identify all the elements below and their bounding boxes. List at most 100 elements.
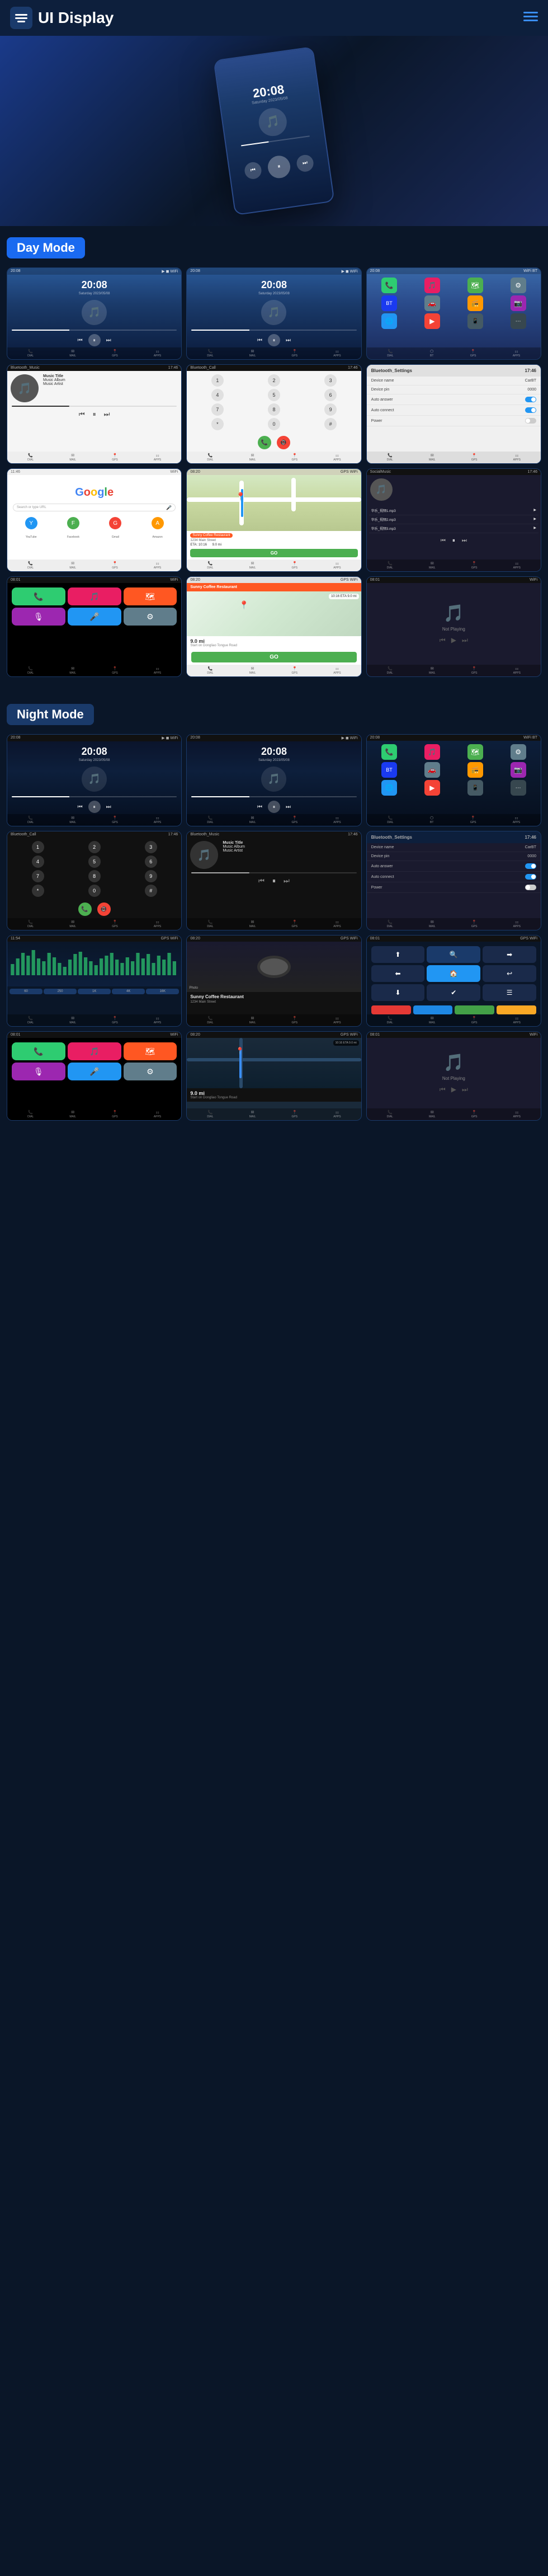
nav-apps-bs[interactable]: ⚏APPS: [513, 453, 521, 462]
nnp-prev[interactable]: ⏮: [440, 1085, 446, 1094]
nnav-back[interactable]: ↩: [483, 965, 536, 982]
hero-prev-btn[interactable]: ⏮: [243, 161, 262, 180]
dial-0[interactable]: 0: [268, 418, 280, 430]
nav-apps-nm2[interactable]: ⚏APPS: [333, 816, 341, 824]
social-prev[interactable]: ⏮: [441, 538, 446, 544]
napp-radio[interactable]: 📻: [455, 762, 495, 778]
nav-dial-nnc[interactable]: 📞DIAL: [387, 1016, 393, 1024]
nav-apps-nbs[interactable]: ⚏APPS: [513, 920, 521, 928]
napp-maps[interactable]: 🗺: [455, 744, 495, 760]
napp-browser[interactable]: 🌐: [369, 780, 410, 796]
map-go-button[interactable]: GO: [190, 549, 357, 557]
nav-mail[interactable]: ✉MAIL: [69, 349, 76, 358]
nav-dial-2[interactable]: 📞DIAL: [207, 349, 213, 358]
nav-gps-nbm[interactable]: 📍GPS: [292, 920, 298, 928]
app-radio[interactable]: 📻: [455, 295, 495, 311]
bt-play[interactable]: ⏸: [93, 410, 96, 419]
bt-next[interactable]: ⏭: [104, 410, 110, 419]
nav-dial-s[interactable]: 📞DIAL: [387, 561, 393, 570]
hero-play-btn[interactable]: ⏸: [266, 154, 291, 179]
night-next-1[interactable]: ⏭: [106, 804, 111, 810]
nav-apps-nw[interactable]: ⚏APPS: [154, 1016, 161, 1024]
nav-mail-nnp[interactable]: ✉MAIL: [429, 1110, 436, 1118]
day-play-1[interactable]: ⏸: [88, 334, 101, 346]
social-play[interactable]: ⏸: [452, 538, 455, 544]
day-nav-go-btn[interactable]: GO: [191, 652, 356, 662]
nnav-home[interactable]: 🏠: [427, 965, 480, 982]
nav-gps-nnp[interactable]: 📍GPS: [471, 1110, 478, 1118]
nav-gps-bs[interactable]: 📍GPS: [471, 453, 478, 462]
ncp-settings[interactable]: ⚙: [124, 1063, 177, 1080]
color-yellow[interactable]: [497, 1005, 536, 1014]
cp-podcast[interactable]: 🎙: [12, 608, 65, 626]
nav-gps-nl[interactable]: 📍GPS: [470, 816, 476, 824]
ncp-phone[interactable]: 📞: [12, 1042, 65, 1060]
night-play-2[interactable]: ⏸: [268, 801, 280, 813]
app-bt[interactable]: BT: [369, 295, 410, 311]
nav-gps-nm1[interactable]: 📍GPS: [112, 816, 118, 824]
app-youtube[interactable]: ▶: [412, 313, 452, 329]
eq-btn-4[interactable]: 4K: [112, 989, 145, 994]
nnav-ok[interactable]: ✔: [427, 984, 480, 1001]
nav-dial[interactable]: 📞DIAL: [27, 349, 34, 358]
ndial-4[interactable]: 4: [32, 855, 44, 868]
nav-apps-g[interactable]: ⚏APPS: [154, 561, 161, 570]
nav-gps[interactable]: 📍GPS: [112, 349, 118, 358]
nav-apps-np[interactable]: ⚏APPS: [513, 666, 521, 675]
dial-star[interactable]: *: [211, 418, 224, 430]
np-prev[interactable]: ⏮: [440, 636, 446, 645]
nav-apps-nc[interactable]: ⚏APPS: [154, 920, 161, 928]
nnp-next[interactable]: ⏭: [462, 1085, 468, 1094]
nav-dial-bc[interactable]: 📞DIAL: [207, 453, 213, 462]
ndial-5[interactable]: 5: [88, 855, 101, 868]
nav-dial-nbs[interactable]: 📞DIAL: [387, 920, 393, 928]
nav-apps-nd[interactable]: ⚏APPS: [333, 666, 341, 675]
ndial-7[interactable]: 7: [32, 870, 44, 882]
dial-5[interactable]: 5: [268, 389, 280, 401]
nav-gps-nbs[interactable]: 📍GPS: [471, 920, 478, 928]
nav-dial-nl[interactable]: 📞DIAL: [387, 816, 393, 824]
np-play[interactable]: ▶: [451, 636, 456, 645]
nav-dial-np[interactable]: 📞DIAL: [387, 666, 393, 675]
nav-dial-nm[interactable]: 📞DIAL: [207, 1110, 213, 1118]
auto-answer-toggle[interactable]: [525, 397, 536, 402]
nav-dial-l[interactable]: 📞DIAL: [387, 349, 393, 358]
nav-apps-nl[interactable]: ⚏APPS: [513, 816, 520, 824]
nav-dial-nw[interactable]: 📞DIAL: [27, 1016, 34, 1024]
nav-mail-nd[interactable]: ✉MAIL: [249, 666, 256, 675]
social-next[interactable]: ⏭: [462, 538, 467, 544]
nav-dial-ncp[interactable]: 📞DIAL: [27, 1110, 34, 1118]
app-maps[interactable]: 🗺: [455, 278, 495, 293]
nav-mail-np[interactable]: ✉MAIL: [429, 666, 436, 675]
bt-prev[interactable]: ⏮: [79, 410, 85, 419]
nav-mail-2[interactable]: ✉MAIL: [249, 349, 256, 358]
nav-dial-nbm[interactable]: 📞DIAL: [207, 920, 213, 928]
nav-gps-n[interactable]: 📍GPS: [292, 561, 298, 570]
nav-mail-n[interactable]: ✉MAIL: [249, 561, 256, 570]
nav-dial-nm1[interactable]: 📞DIAL: [27, 816, 34, 824]
nav-apps-s[interactable]: ⚏APPS: [513, 561, 521, 570]
day-next-1[interactable]: ⏭: [106, 337, 111, 344]
ndial-9[interactable]: 9: [145, 870, 157, 882]
app-vehicle[interactable]: 🚗: [412, 295, 452, 311]
menu-icon[interactable]: [523, 11, 538, 25]
nav-apps-l[interactable]: ⚏APPS: [513, 349, 520, 358]
nav-dial-nm2[interactable]: 📞DIAL: [207, 816, 213, 824]
dial-7[interactable]: 7: [211, 403, 224, 416]
nav-gps-2[interactable]: 📍GPS: [292, 349, 298, 358]
day-hangup-btn[interactable]: 📵: [277, 436, 290, 449]
eq-btn-5[interactable]: 16K: [146, 989, 179, 994]
shortcut-4[interactable]: A Amazon: [138, 517, 177, 540]
nav-gps-nnc[interactable]: 📍GPS: [471, 1016, 478, 1024]
nav-gps-s[interactable]: 📍GPS: [471, 561, 478, 570]
app-camera[interactable]: 📷: [498, 295, 538, 311]
cp-maps[interactable]: 🗺: [124, 587, 177, 605]
dial-6[interactable]: 6: [324, 389, 337, 401]
auto-connect-toggle[interactable]: [525, 407, 536, 413]
night-prev-2[interactable]: ⏮: [257, 804, 262, 810]
nav-mail-nm[interactable]: ✉MAIL: [249, 1110, 256, 1118]
nav-apps-ncp[interactable]: ⚏APPS: [154, 1110, 161, 1118]
cp-music[interactable]: 🎵: [68, 587, 121, 605]
nav-gps-nm2[interactable]: 📍GPS: [292, 816, 298, 824]
nav-mail-nc[interactable]: ✉MAIL: [69, 920, 76, 928]
